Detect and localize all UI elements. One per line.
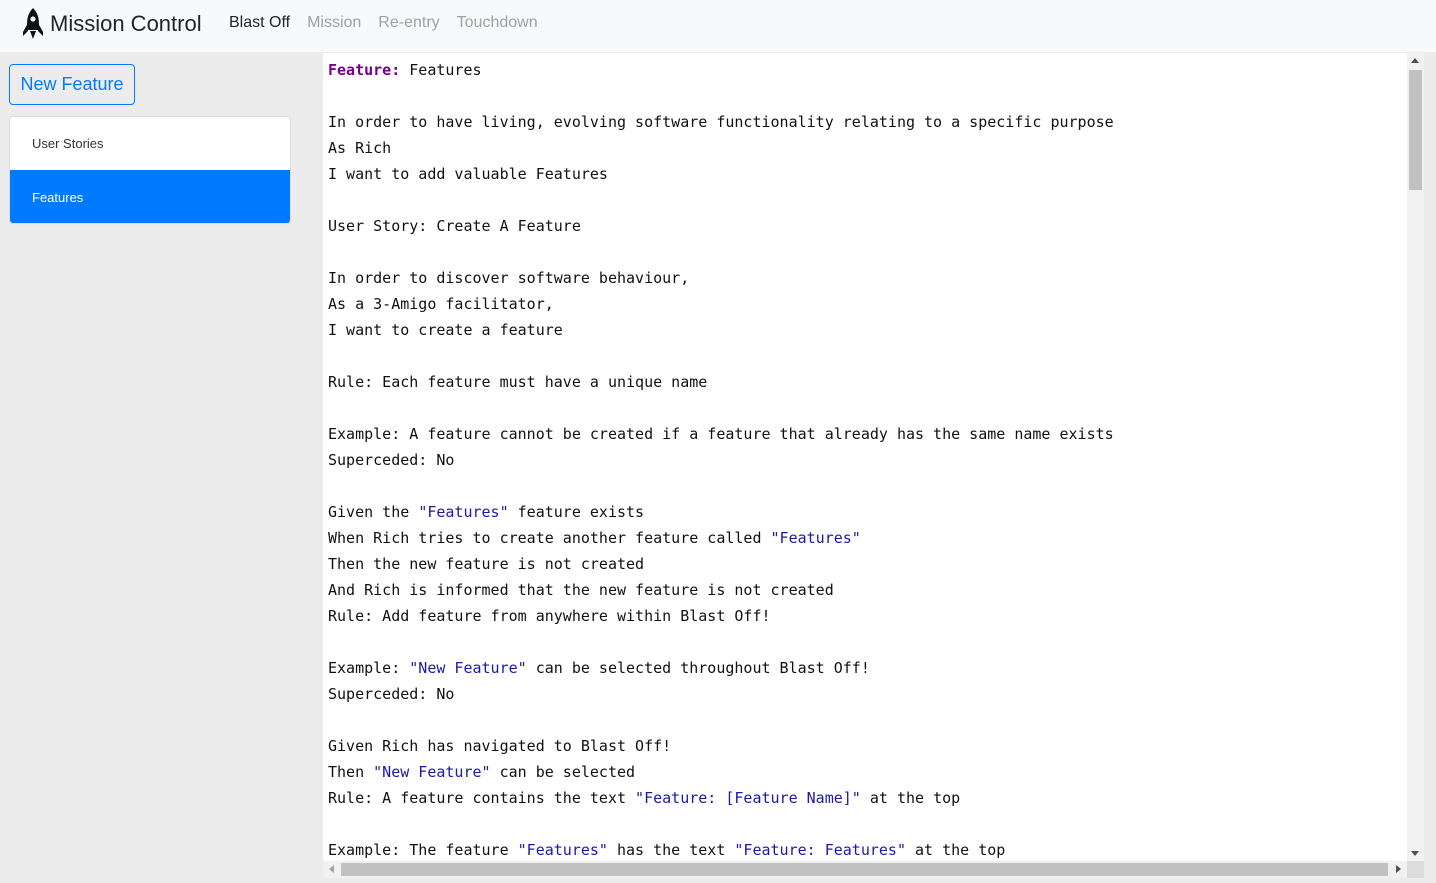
scroll-down-icon[interactable]: [1411, 851, 1419, 856]
text-token: In order to discover software behaviour,: [328, 269, 690, 287]
code-line[interactable]: Rule: A feature contains the text "Featu…: [328, 785, 1403, 811]
sidebar-list: User Stories Features: [9, 116, 291, 224]
text-token: at the top: [906, 841, 1006, 859]
text-token: Rule: Each feature must have a unique na…: [328, 373, 708, 391]
scroll-right-icon[interactable]: [1396, 865, 1401, 873]
keyword-token: Feature:: [328, 61, 401, 79]
editor-content[interactable]: Feature: Features In order to have livin…: [328, 57, 1403, 863]
code-line[interactable]: In order to have living, evolving softwa…: [328, 109, 1403, 135]
text-token: As a 3-Amigo facilitator,: [328, 295, 554, 313]
text-token: Example:: [328, 659, 410, 677]
code-line[interactable]: [328, 473, 1403, 499]
text-token: Rule: A feature contains the text: [328, 789, 636, 807]
vertical-scroll-thumb[interactable]: [1409, 70, 1422, 190]
text-token: User Story: Create A Feature: [328, 217, 581, 235]
text-token: Superceded: No: [328, 685, 455, 703]
top-navbar: Mission Control Blast Off Mission Re-ent…: [0, 0, 1436, 52]
code-line[interactable]: [328, 343, 1403, 369]
text-token: In order to have living, evolving softwa…: [328, 113, 1114, 131]
string-token: "New Feature": [373, 763, 491, 781]
code-line[interactable]: As a 3-Amigo facilitator,: [328, 291, 1403, 317]
text-token: Example: The feature: [328, 841, 518, 859]
code-line[interactable]: I want to add valuable Features: [328, 161, 1403, 187]
nav-mission[interactable]: Mission: [307, 12, 361, 34]
code-line[interactable]: Example: The feature "Features" has the …: [328, 837, 1403, 863]
text-token: And Rich is informed that the new featur…: [328, 581, 834, 599]
text-token: Given the: [328, 503, 419, 521]
brand[interactable]: Mission Control: [20, 4, 202, 44]
code-line[interactable]: User Story: Create A Feature: [328, 213, 1403, 239]
code-line[interactable]: [328, 395, 1403, 421]
text-token: Example: A feature cannot be created if …: [328, 425, 1114, 443]
text-token: As Rich: [328, 139, 392, 157]
brand-name: Mission Control: [50, 11, 202, 36]
string-token: "New Feature": [409, 659, 527, 677]
text-token: I want to create a feature: [328, 321, 563, 339]
string-token: "Feature: Features": [734, 841, 906, 859]
new-feature-button[interactable]: New Feature: [9, 64, 135, 105]
code-line[interactable]: Example: "New Feature" can be selected t…: [328, 655, 1403, 681]
horizontal-scroll-thumb[interactable]: [341, 863, 1388, 876]
rocket-icon: [20, 7, 46, 41]
text-token: Rule: Add feature from anywhere within B…: [328, 607, 771, 625]
code-line[interactable]: When Rich tries to create another featur…: [328, 525, 1403, 551]
string-token: "Features": [770, 529, 861, 547]
code-line[interactable]: Given the "Features" feature exists: [328, 499, 1403, 525]
code-line[interactable]: In order to discover software behaviour,: [328, 265, 1403, 291]
code-line[interactable]: And Rich is informed that the new featur…: [328, 577, 1403, 603]
string-token: "Feature: [Feature Name]": [635, 789, 861, 807]
text-token: feature exists: [508, 503, 645, 521]
string-token: "Features": [517, 841, 608, 859]
vertical-scrollbar[interactable]: [1407, 53, 1424, 861]
code-line[interactable]: Rule: Each feature must have a unique na…: [328, 369, 1403, 395]
code-line[interactable]: Example: A feature cannot be created if …: [328, 421, 1403, 447]
feature-editor[interactable]: Feature: Features In order to have livin…: [323, 53, 1424, 877]
code-line[interactable]: [328, 187, 1403, 213]
main-nav: Blast Off Mission Re-entry Touchdown: [229, 12, 555, 34]
horizontal-scrollbar[interactable]: [323, 861, 1407, 878]
text-token: at the top: [860, 789, 961, 807]
string-token: "Features": [418, 503, 509, 521]
code-line[interactable]: I want to create a feature: [328, 317, 1403, 343]
scroll-up-icon[interactable]: [1411, 58, 1419, 63]
code-line[interactable]: Feature: Features: [328, 57, 1403, 83]
code-line[interactable]: Superceded: No: [328, 681, 1403, 707]
nav-re-entry[interactable]: Re-entry: [378, 12, 439, 34]
code-line[interactable]: [328, 707, 1403, 733]
code-line[interactable]: [328, 811, 1403, 837]
sidebar-item-features[interactable]: Features: [10, 170, 290, 223]
text-token: Features: [400, 61, 482, 79]
text-token: When Rich tries to create another featur…: [328, 529, 771, 547]
code-line[interactable]: Rule: Add feature from anywhere within B…: [328, 603, 1403, 629]
code-line[interactable]: [328, 83, 1403, 109]
text-token: Then: [328, 763, 374, 781]
nav-blast-off[interactable]: Blast Off: [229, 12, 290, 34]
nav-touchdown[interactable]: Touchdown: [457, 12, 538, 34]
code-line[interactable]: [328, 629, 1403, 655]
scroll-left-icon[interactable]: [329, 865, 334, 873]
text-token: Given Rich has navigated to Blast Off!: [328, 737, 672, 755]
code-line[interactable]: As Rich: [328, 135, 1403, 161]
code-line[interactable]: Then "New Feature" can be selected: [328, 759, 1403, 785]
text-token: I want to add valuable Features: [328, 165, 608, 183]
text-token: can be selected: [490, 763, 636, 781]
scrollbar-corner: [1407, 861, 1424, 878]
text-token: has the text: [607, 841, 735, 859]
sidebar-item-user-stories[interactable]: User Stories: [10, 117, 290, 170]
code-line[interactable]: [328, 239, 1403, 265]
code-line[interactable]: Given Rich has navigated to Blast Off!: [328, 733, 1403, 759]
text-token: can be selected throughout Blast Off!: [526, 659, 870, 677]
text-token: Then the new feature is not created: [328, 555, 645, 573]
code-line[interactable]: Then the new feature is not created: [328, 551, 1403, 577]
code-line[interactable]: Superceded: No: [328, 447, 1403, 473]
text-token: Superceded: No: [328, 451, 455, 469]
